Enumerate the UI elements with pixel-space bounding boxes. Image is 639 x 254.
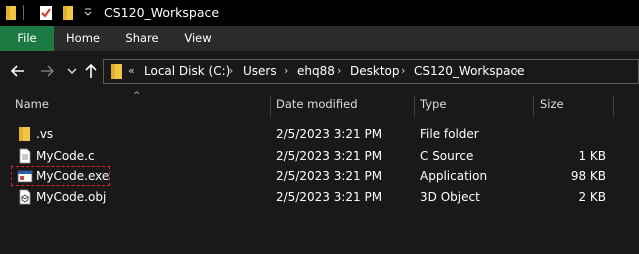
breadcrumb-desktop[interactable]: Desktop bbox=[350, 64, 400, 78]
file-type: File folder bbox=[420, 127, 479, 141]
chevron-right-icon[interactable]: › bbox=[401, 64, 405, 77]
title-divider bbox=[23, 5, 24, 20]
ribbon-tabs: File Home Share View bbox=[0, 26, 639, 51]
tab-home[interactable]: Home bbox=[59, 26, 107, 51]
tab-view[interactable]: View bbox=[176, 26, 220, 51]
recent-locations-chevron-icon[interactable] bbox=[62, 61, 82, 81]
column-header-type[interactable]: Type bbox=[420, 97, 446, 111]
up-arrow-icon[interactable] bbox=[81, 61, 101, 81]
column-divider[interactable] bbox=[270, 95, 271, 117]
chevron-right-icon[interactable]: › bbox=[337, 64, 341, 77]
file-row[interactable]: MyCode.exe 2/5/2023 3:21 PM Application … bbox=[0, 166, 639, 187]
file-type: Application bbox=[420, 169, 488, 183]
column-header-name[interactable]: Name bbox=[15, 97, 49, 111]
file-date: 2/5/2023 3:21 PM bbox=[276, 169, 383, 183]
new-folder-icon[interactable] bbox=[62, 5, 76, 21]
forward-arrow-icon[interactable] bbox=[37, 61, 57, 81]
tab-share[interactable]: Share bbox=[118, 26, 166, 51]
column-headers: ^ Name Date modified Type Size bbox=[0, 91, 639, 118]
window-title: CS120_Workspace bbox=[104, 5, 220, 20]
exe-icon bbox=[17, 170, 33, 183]
address-bar[interactable]: « Local Disk (C:) › Users › ehq88 › Desk… bbox=[103, 59, 639, 84]
column-divider[interactable] bbox=[414, 95, 415, 117]
chevron-right-icon[interactable]: › bbox=[229, 64, 233, 77]
column-header-date[interactable]: Date modified bbox=[276, 97, 358, 111]
customize-toolbar-icon[interactable] bbox=[84, 8, 92, 18]
breadcrumb-local-disk[interactable]: Local Disk (C:) bbox=[144, 64, 230, 78]
title-bar: CS120_Workspace bbox=[0, 0, 639, 26]
column-divider[interactable] bbox=[613, 95, 614, 117]
c-file-icon bbox=[19, 148, 31, 164]
file-date: 2/5/2023 3:21 PM bbox=[276, 190, 383, 204]
file-size: 2 KB bbox=[578, 190, 606, 204]
breadcrumb-cs120-workspace[interactable]: CS120_Workspace bbox=[414, 64, 525, 78]
overflow-chevron[interactable]: « bbox=[128, 64, 135, 77]
sort-caret-icon: ^ bbox=[133, 91, 141, 101]
file-row[interactable]: .vs 2/5/2023 3:21 PM File folder bbox=[0, 124, 639, 145]
file-type: C Source bbox=[420, 149, 474, 163]
breadcrumb-users[interactable]: Users bbox=[243, 64, 277, 78]
column-header-size[interactable]: Size bbox=[540, 97, 564, 111]
file-row[interactable]: MyCode.obj 2/5/2023 3:21 PM 3D Object 2 … bbox=[0, 187, 639, 208]
file-name: .vs bbox=[36, 127, 54, 141]
back-arrow-icon[interactable] bbox=[8, 61, 28, 81]
breadcrumb-ehq88[interactable]: ehq88 bbox=[297, 64, 335, 78]
tab-file[interactable]: File bbox=[0, 26, 54, 51]
file-name: MyCode.exe bbox=[36, 169, 110, 183]
file-date: 2/5/2023 3:21 PM bbox=[276, 149, 383, 163]
folder-icon[interactable] bbox=[5, 5, 19, 21]
folder-icon bbox=[111, 64, 122, 79]
chevron-right-icon[interactable]: › bbox=[284, 64, 288, 77]
file-type: 3D Object bbox=[420, 190, 480, 204]
file-name: MyCode.c bbox=[36, 149, 95, 163]
properties-icon[interactable] bbox=[38, 5, 54, 21]
file-size: 98 KB bbox=[570, 169, 606, 183]
column-divider[interactable] bbox=[533, 95, 534, 117]
file-date: 2/5/2023 3:21 PM bbox=[276, 127, 383, 141]
navigation-bar: « Local Disk (C:) › Users › ehq88 › Desk… bbox=[0, 51, 639, 91]
chevron-right-icon[interactable]: › bbox=[514, 64, 518, 77]
file-name: MyCode.obj bbox=[36, 190, 107, 204]
file-row[interactable]: MyCode.c 2/5/2023 3:21 PM C Source 1 KB bbox=[0, 146, 639, 167]
folder-icon bbox=[19, 127, 30, 141]
file-size: 1 KB bbox=[578, 149, 606, 163]
obj-file-icon bbox=[19, 189, 31, 205]
